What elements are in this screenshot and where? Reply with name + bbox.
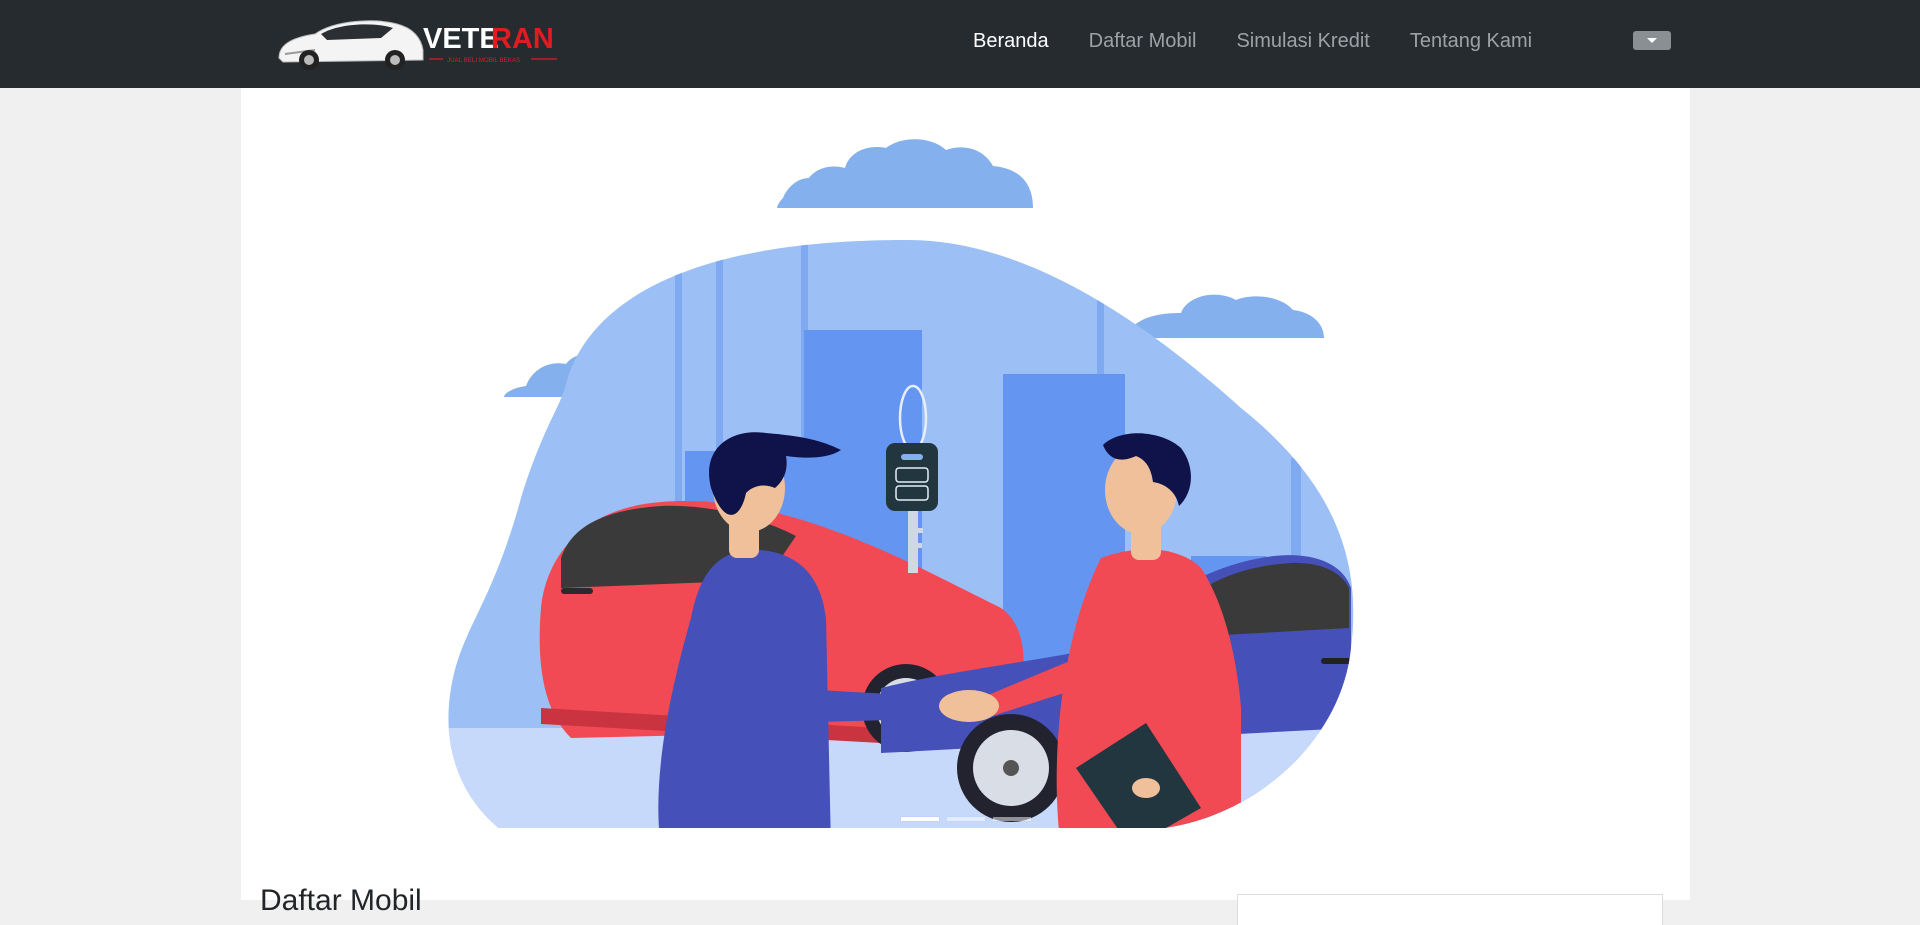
content-container: Daftar Mobil xyxy=(241,88,1690,925)
nav-item-daftar-mobil[interactable]: Daftar Mobil xyxy=(1089,30,1197,53)
nav-item-tentang-kami[interactable]: Tentang Kami xyxy=(1410,30,1532,53)
caret-down-icon xyxy=(1647,38,1657,43)
brand-name-part2: RAN xyxy=(491,23,554,55)
carousel-indicators xyxy=(901,817,1039,821)
hero-carousel[interactable] xyxy=(241,88,1690,831)
sports-car-icon xyxy=(278,20,424,70)
carousel-indicator-1[interactable] xyxy=(901,817,939,821)
nav-links: Beranda Daftar Mobil Simulasi Kredit Ten… xyxy=(973,0,1572,82)
brand-name-part1: VETE xyxy=(423,23,499,55)
navbar: VETE RAN JUAL BELI MOBIL BEKAS Beranda D… xyxy=(0,0,1920,88)
dropdown-toggle-button[interactable] xyxy=(1633,31,1671,50)
section-title: Daftar Mobil xyxy=(260,884,422,917)
brand-logo[interactable]: VETE RAN JUAL BELI MOBIL BEKAS xyxy=(275,10,565,74)
sidebar-card xyxy=(1237,894,1663,925)
nav-item-simulasi-kredit[interactable]: Simulasi Kredit xyxy=(1236,30,1369,53)
brand-tagline: JUAL BELI MOBIL BEKAS xyxy=(447,57,520,64)
carousel-indicator-2[interactable] xyxy=(947,817,985,821)
car-sale-handshake-illustration xyxy=(448,139,1354,831)
nav-item-beranda[interactable]: Beranda xyxy=(973,30,1049,53)
carousel-indicator-3[interactable] xyxy=(993,817,1031,821)
